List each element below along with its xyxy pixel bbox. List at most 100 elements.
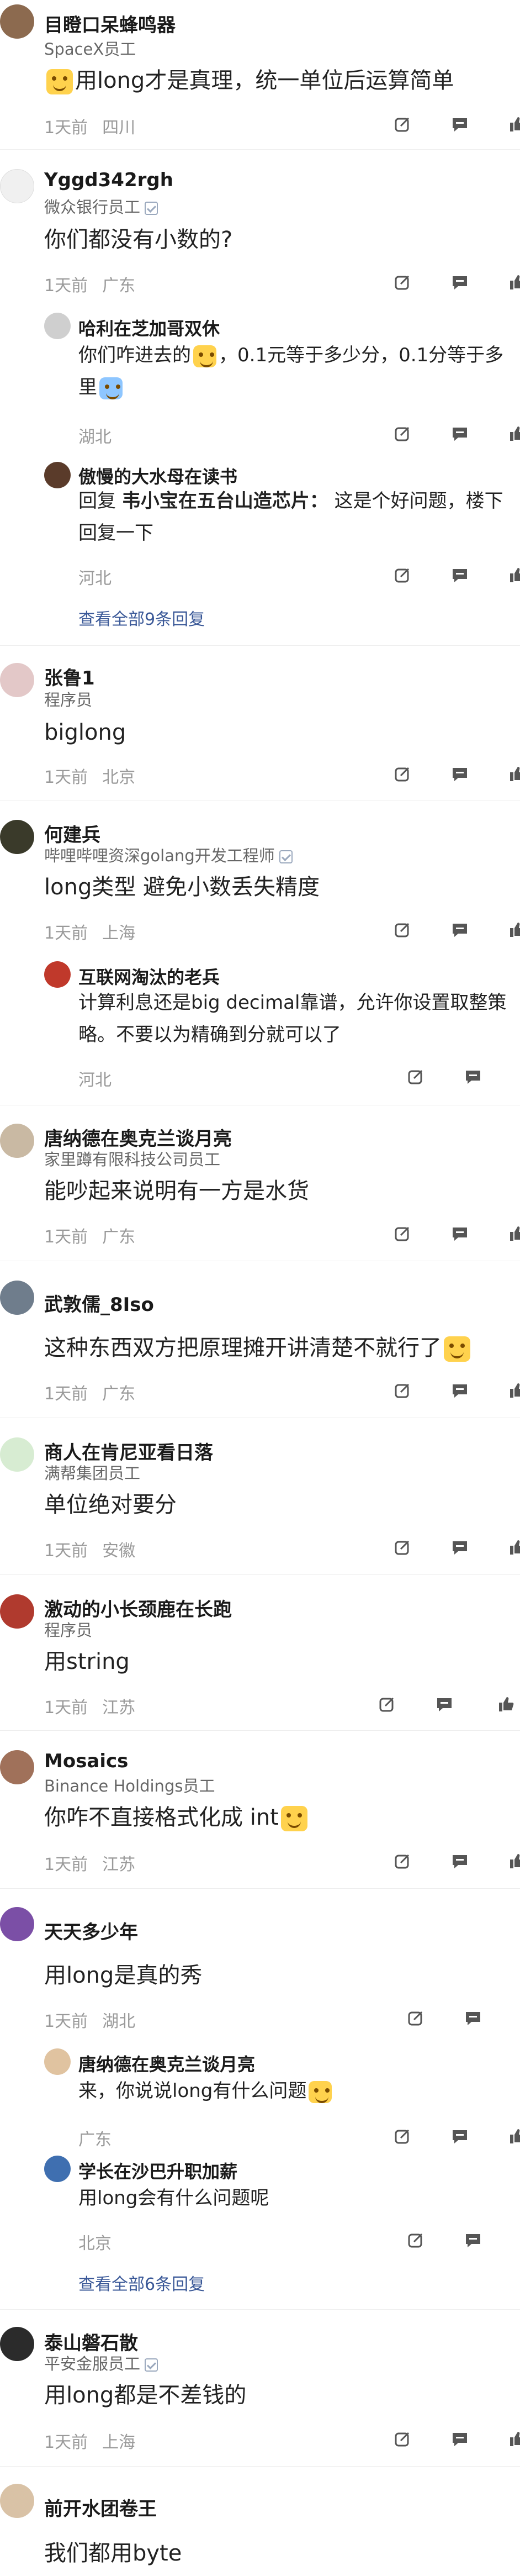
comment-meta: 1天前 广东 [44, 1384, 136, 1404]
comment-icon[interactable] [450, 566, 469, 584]
avatar[interactable] [0, 820, 34, 854]
reply-meta: 河北 [78, 569, 112, 588]
like-icon[interactable] [497, 1695, 516, 1714]
edit-icon[interactable] [393, 1538, 412, 1557]
avatar[interactable] [44, 961, 71, 988]
comment-text: 这种东西双方把原理摊开讲清楚不就行了 [44, 1330, 473, 1366]
like-icon[interactable] [508, 765, 520, 783]
comment-icon[interactable] [450, 765, 469, 783]
user-title: 平安金服员工 [44, 2351, 158, 2374]
edit-icon[interactable] [393, 1852, 412, 1871]
comment-icon[interactable] [435, 1695, 454, 1714]
comment-meta: 1天前 上海 [44, 924, 136, 943]
comment-icon[interactable] [464, 1067, 482, 1086]
avatar[interactable] [0, 1750, 34, 1784]
avatar[interactable] [0, 2484, 34, 2518]
like-icon[interactable] [508, 1224, 520, 1243]
edit-icon[interactable] [393, 424, 412, 443]
comment-icon[interactable] [450, 2430, 469, 2448]
comment-icon[interactable] [450, 1852, 469, 1871]
user-title: 家里蹲有限科技公司员工 [44, 1150, 221, 1169]
comment-icon[interactable] [450, 273, 469, 292]
edit-icon[interactable] [406, 2009, 425, 2027]
username[interactable]: 天天多少年 [44, 1917, 138, 1944]
username[interactable]: Yggd342rgh [44, 169, 173, 191]
user-title: 程序员 [44, 691, 93, 709]
comment-icon[interactable] [450, 1538, 469, 1557]
edit-icon[interactable] [406, 1067, 425, 1086]
comment-meta: 1天前 四川 [44, 118, 136, 138]
edit-icon[interactable] [393, 273, 412, 292]
avatar[interactable] [0, 1594, 34, 1629]
avatar[interactable] [44, 2156, 71, 2182]
avatar[interactable] [0, 1281, 34, 1315]
like-icon[interactable] [508, 920, 520, 939]
avatar[interactable] [0, 169, 34, 203]
like-icon[interactable] [508, 566, 520, 584]
avatar[interactable] [0, 4, 34, 39]
like-icon[interactable] [508, 1852, 520, 1871]
comment-text: 我们都用byte [44, 2541, 182, 2566]
like-icon[interactable] [508, 273, 520, 292]
comment-icon[interactable] [450, 424, 469, 443]
user-title: 哔哩哔哩资深golang开发工程师 [44, 843, 293, 866]
edit-icon[interactable] [406, 2231, 425, 2250]
username[interactable]: 武敦儒_8Iso [44, 1289, 154, 1316]
username[interactable]: 前开水团卷王 [44, 2494, 157, 2521]
like-icon[interactable] [508, 424, 520, 443]
comment-feed: 目瞪口呆蜂鸣器 SpaceX员工 用long才是真理，统一单位后运算简单 1天前… [0, 0, 520, 2576]
reply-meta: 湖北 [78, 428, 112, 447]
like-icon[interactable] [508, 2127, 520, 2146]
edit-icon[interactable] [393, 920, 412, 939]
comment-icon[interactable] [450, 115, 469, 134]
username[interactable]: 目瞪口呆蜂鸣器 [44, 10, 176, 37]
edit-icon[interactable] [378, 1695, 396, 1714]
like-icon[interactable] [508, 115, 520, 134]
reply-text: 用long会有什么问题呢 [78, 2187, 269, 2209]
edit-icon[interactable] [393, 115, 412, 134]
reply-text: 来，你说说long有什么问题 [78, 2075, 334, 2107]
avatar[interactable] [44, 462, 71, 488]
divider [0, 149, 520, 150]
like-icon[interactable] [508, 2430, 520, 2448]
username[interactable]: 学长在沙巴升职加薪 [78, 2158, 237, 2183]
edit-icon[interactable] [393, 1224, 412, 1243]
divider [0, 1574, 520, 1575]
like-icon[interactable] [508, 1538, 520, 1557]
like-icon[interactable] [508, 1381, 520, 1400]
user-title: SpaceX员工 [44, 40, 136, 59]
avatar[interactable] [44, 313, 71, 339]
divider [0, 2466, 520, 2467]
divider [0, 2309, 520, 2310]
avatar[interactable] [44, 2048, 71, 2075]
edit-icon[interactable] [393, 2127, 412, 2146]
username[interactable]: 哈利在芝加哥双休 [78, 315, 220, 340]
comment-icon[interactable] [450, 2127, 469, 2146]
username[interactable]: 唐纳德在奥克兰谈月亮 [78, 2051, 255, 2076]
reply-text: 你们咋进去的 ，0.1元等于多少分，0.1分等于多 [78, 344, 504, 367]
edit-icon[interactable] [393, 2430, 412, 2448]
comment-icon[interactable] [464, 2231, 482, 2250]
reply-meta: 广东 [78, 2130, 112, 2150]
avatar[interactable] [0, 663, 34, 697]
avatar[interactable] [0, 1124, 34, 1158]
edit-icon[interactable] [393, 1381, 412, 1400]
username[interactable]: 互联网淘汰的老兵 [78, 963, 220, 989]
comment-icon[interactable] [464, 2009, 482, 2027]
avatar[interactable] [0, 1907, 34, 1941]
comment-text: long类型 避免小数丢失精度 [44, 875, 320, 900]
comment-icon[interactable] [450, 920, 469, 939]
view-all-replies-link[interactable]: 查看全部9条回复 [78, 605, 205, 630]
avatar[interactable] [0, 1437, 34, 1472]
username[interactable]: 张鲁1 [44, 663, 95, 690]
comment-text: 你们都没有小数的? [44, 227, 233, 252]
comment-meta: 1天前 江苏 [44, 1855, 136, 1874]
username[interactable]: Mosaics [44, 1750, 128, 1772]
avatar[interactable] [0, 2327, 34, 2361]
view-all-replies-link[interactable]: 查看全部6条回复 [78, 2271, 205, 2295]
edit-icon[interactable] [393, 765, 412, 783]
comment-icon[interactable] [450, 1381, 469, 1400]
comment-icon[interactable] [450, 1224, 469, 1243]
comment-text: 用long都是不差钱的 [44, 2383, 247, 2408]
edit-icon[interactable] [393, 566, 412, 584]
